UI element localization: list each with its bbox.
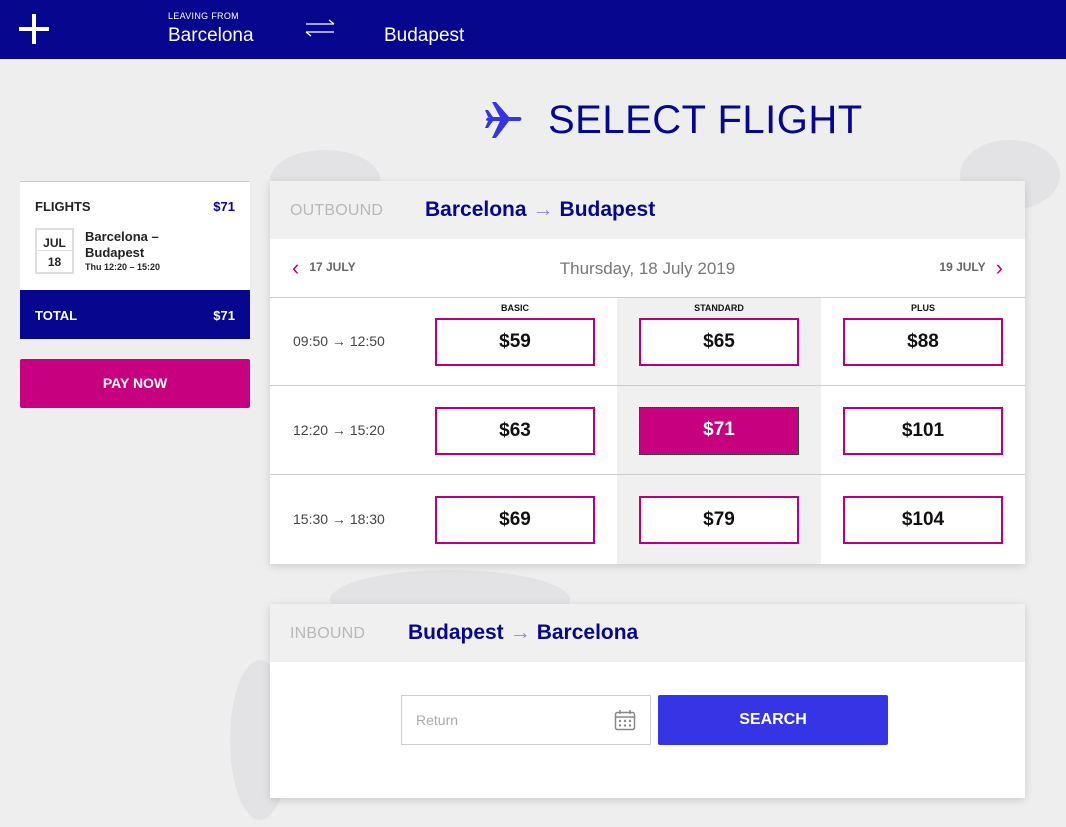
- current-date: Thursday, 18 July 2019: [559, 259, 736, 278]
- flights-label: FLIGHTS: [35, 199, 91, 214]
- outbound-card: OUTBOUND Barcelona → Budapest ‹ 17 JULY Thu…: [270, 181, 1025, 564]
- fare-plus-button[interactable]: $88: [843, 318, 1003, 366]
- fare-plus-button[interactable]: $104: [843, 496, 1003, 544]
- total-price: $71: [213, 308, 235, 323]
- airplane-icon: [485, 102, 522, 138]
- flight-time: 09:50 → 12:50: [293, 333, 385, 349]
- outbound-label: OUTBOUND: [290, 202, 384, 219]
- inbound-to: Barcelona: [536, 621, 639, 644]
- fare-standard-button[interactable]: $79: [639, 496, 799, 544]
- inbound-header: INBOUND Budapest → Barcelona: [270, 604, 1025, 662]
- booking-summary: FLIGHTS $71 JUL 18 Barcelona – Budapest …: [20, 181, 250, 339]
- date-navigation: ‹ 17 JULY Thursday, 18 July 2019 19 JULY ›: [270, 239, 1025, 298]
- leaving-from-label: LEAVING FROM: [168, 11, 239, 21]
- top-bar: LEAVING FROM Barcelona Budapest: [0, 0, 1066, 59]
- fare-basic-button[interactable]: $69: [435, 496, 595, 544]
- flight-row: 15:30 → 18:30 $69 $79 $104: [270, 475, 1025, 564]
- route-arrow-icon: →: [532, 198, 554, 221]
- flight-row: 09:50 → 12:50 $59 $65 $88: [270, 297, 1025, 386]
- outbound-to: Budapest: [559, 198, 656, 221]
- total-label: TOTAL: [35, 308, 78, 323]
- next-date-label: 19 JULY: [939, 260, 986, 275]
- return-placeholder: Return: [416, 712, 459, 728]
- flight-time: 12:20 → 15:20: [293, 422, 385, 438]
- total-bar: TOTAL $71: [20, 290, 250, 339]
- fare-basic-button[interactable]: $63: [435, 407, 595, 455]
- fare-basic-button[interactable]: $59: [435, 318, 595, 366]
- flight-day: 18: [47, 255, 62, 269]
- flight-month: JUL: [37, 230, 72, 251]
- inbound-card: INBOUND Budapest → Barcelona Return SEARCH: [270, 604, 1025, 798]
- fare-standard-button-selected[interactable]: $71: [639, 407, 799, 455]
- inbound-label: INBOUND: [290, 625, 366, 642]
- next-date-button[interactable]: 19 JULY ›: [939, 255, 1003, 280]
- fare-standard-button[interactable]: $65: [639, 318, 799, 366]
- return-date-input[interactable]: Return: [401, 695, 651, 745]
- route-arrow-icon: →: [509, 621, 531, 644]
- summary-time: Thu 12:20 – 15:20: [85, 262, 161, 272]
- outbound-header: OUTBOUND Barcelona → Budapest: [270, 181, 1025, 239]
- destination-city[interactable]: Budapest: [384, 25, 464, 47]
- outbound-from: Barcelona: [425, 198, 527, 221]
- plus-icon[interactable]: [19, 14, 49, 44]
- pay-now-button[interactable]: PAY NOW: [20, 359, 250, 408]
- inbound-from: Budapest: [408, 621, 504, 644]
- swap-arrows-icon[interactable]: [304, 18, 336, 38]
- page-title: SELECT FLIGHT: [548, 98, 863, 142]
- chevron-right-icon: ›: [995, 255, 1003, 280]
- flights-price: $71: [213, 199, 235, 214]
- origin-city[interactable]: Barcelona: [168, 25, 254, 47]
- flight-date-badge: JUL 18: [35, 228, 74, 274]
- flight-row: 12:20 → 15:20 $63 $71 $101: [270, 386, 1025, 475]
- inbound-route: Budapest → Barcelona: [408, 621, 638, 645]
- search-button[interactable]: SEARCH: [658, 695, 888, 745]
- outbound-route: Barcelona → Budapest: [425, 198, 655, 222]
- calendar-icon[interactable]: [614, 709, 636, 731]
- flight-time: 15:30 → 18:30: [293, 511, 385, 527]
- summary-route: Barcelona – Budapest: [85, 229, 159, 260]
- fare-plus-button[interactable]: $101: [843, 407, 1003, 455]
